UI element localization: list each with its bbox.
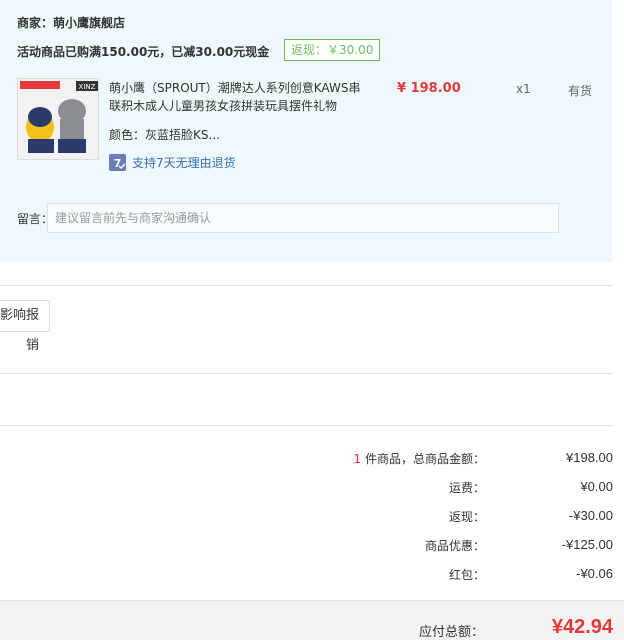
return-7day-icon: 7 [109, 154, 126, 171]
message-input[interactable]: 建议留言前先与商家沟通确认 [47, 203, 559, 233]
shipping-value: ¥0.00 [580, 479, 613, 494]
product-color: 颜色：灰蓝捂脸KS... [109, 128, 220, 142]
items-label: 件商品，总商品金额： [364, 452, 485, 466]
product-price: ¥ 198.00 [397, 81, 461, 96]
summary-discount-row: 商品优惠： -¥125.00 [0, 537, 613, 557]
rebate-badge: 返现：￥30.00 [284, 39, 381, 61]
total-bar: 应付总额： ¥42.94 [0, 600, 624, 640]
stock-status: 有货 [568, 84, 593, 98]
summary-rebate-row: 返现： -¥30.00 [0, 508, 613, 528]
divider [0, 373, 613, 374]
discount-label: 商品优惠： [424, 539, 485, 553]
product-title[interactable]: 萌小鹰（SPROUT）潮牌达人系列创意KAWS串联积木成人儿童男孩女孩拼装玩具摆… [109, 79, 369, 115]
redpacket-value: -¥0.06 [576, 566, 613, 581]
return-policy[interactable]: 7 支持7天无理由退货 [109, 154, 236, 171]
divider [0, 285, 613, 286]
redpacket-label: 红包： [448, 568, 485, 582]
discount-value: -¥125.00 [561, 537, 613, 552]
summary-redpacket-row: 红包： -¥0.06 [0, 566, 613, 586]
product-image-icon: XINZ [18, 79, 98, 159]
summary-items-row: 1 件商品，总商品金额： ¥198.00 [0, 450, 613, 470]
return-policy-label: 支持7天无理由退货 [132, 156, 236, 170]
report-button[interactable]: 影响报销 [0, 300, 50, 353]
shipping-label: 运费： [448, 481, 485, 495]
total-label: 应付总额： [418, 625, 484, 640]
summary-shipping-row: 运费： ¥0.00 [0, 479, 613, 499]
items-value: ¥198.00 [566, 450, 613, 465]
shop-name[interactable]: 商家：萌小鹰旗舰店 [17, 14, 125, 31]
product-quantity: x1 [516, 82, 531, 96]
product-thumbnail[interactable]: XINZ [17, 78, 99, 160]
promo-text: 活动商品已购满150.00元，已减30.00元现金 [17, 45, 270, 59]
rebate-value: -¥30.00 [568, 508, 613, 523]
thumb-brand: XINZ [79, 83, 96, 91]
total-value: ¥42.94 [551, 616, 613, 638]
divider [0, 425, 613, 426]
item-count: 1 [353, 452, 362, 466]
rebate-label: 返现： [448, 510, 485, 524]
report-button-label: 影响报销 [0, 308, 39, 353]
shop-order-panel: 商家：萌小鹰旗舰店 活动商品已购满150.00元，已减30.00元现金 返现：￥… [0, 0, 612, 262]
